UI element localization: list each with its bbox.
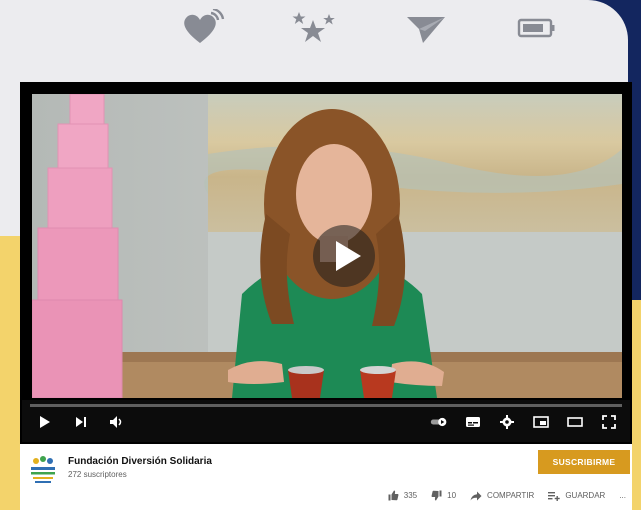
playlist-add-icon [548, 491, 561, 501]
top-icon-row [180, 8, 560, 48]
miniplayer-icon[interactable] [532, 414, 550, 430]
right-controls [430, 414, 618, 430]
fullscreen-icon[interactable] [600, 414, 618, 430]
settings-icon[interactable] [498, 414, 516, 430]
save-button[interactable]: GUARDAR [548, 491, 605, 501]
more-options-button[interactable]: ... [619, 491, 626, 500]
theater-mode-icon[interactable] [566, 414, 584, 430]
volume-icon[interactable] [108, 414, 126, 430]
video-player[interactable] [20, 82, 632, 444]
like-button[interactable]: 335 [388, 490, 417, 501]
play-icon[interactable] [36, 414, 54, 430]
paper-plane-icon [403, 8, 449, 48]
channel-logo-icon[interactable] [26, 454, 60, 488]
like-count: 335 [403, 491, 418, 500]
more-options-label: ... [619, 491, 626, 500]
channel-name[interactable]: Fundación Diversión Solidaria [68, 456, 212, 467]
battery-icon [514, 8, 560, 48]
thumbs-down-icon [431, 490, 442, 501]
save-label: GUARDAR [565, 491, 606, 500]
thumbs-up-icon [388, 490, 399, 501]
play-overlay-button[interactable] [312, 224, 376, 288]
autoplay-toggle-icon[interactable] [430, 414, 448, 430]
left-controls [36, 414, 126, 430]
stars-icon [291, 8, 337, 48]
progress-bar[interactable] [30, 404, 622, 407]
share-arrow-icon [470, 491, 482, 500]
share-label: COMPARTIR [487, 491, 535, 500]
next-icon[interactable] [72, 414, 90, 430]
video-info-bar: Fundación Diversión Solidaria 272 suscri… [20, 444, 632, 510]
dislike-button[interactable]: 10 [431, 490, 456, 501]
dislike-count: 10 [447, 491, 457, 500]
player-control-bar [22, 400, 630, 442]
heart-signal-icon [180, 8, 226, 48]
share-button[interactable]: COMPARTIR [470, 491, 534, 501]
subtitles-icon[interactable] [464, 414, 482, 430]
subscriber-count: 272 suscriptores [68, 470, 127, 479]
subscribe-button[interactable]: SUSCRIBIRME [538, 450, 630, 474]
video-actions: 335 10 COMPARTIR GUARDAR ... [388, 490, 626, 501]
